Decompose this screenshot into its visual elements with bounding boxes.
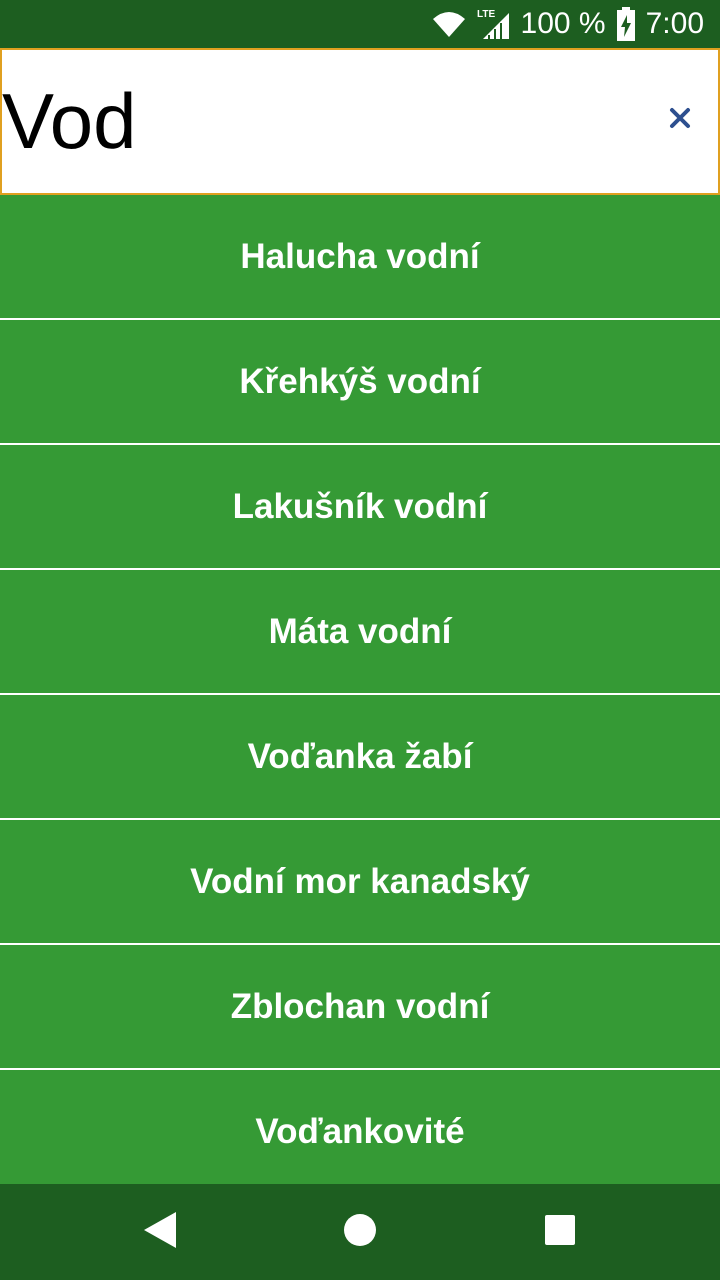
list-item[interactable]: Voďanka žabí — [0, 695, 720, 820]
home-circle-icon — [343, 1213, 377, 1252]
status-icons: LTE 100 % 7:00 — [431, 0, 704, 48]
lte-signal-icon: LTE — [477, 7, 511, 41]
results-list: Halucha vodní Křehkýš vodní Lakušník vod… — [0, 195, 720, 1185]
back-triangle-icon — [142, 1210, 178, 1255]
list-item[interactable]: Máta vodní — [0, 570, 720, 695]
status-bar: LTE 100 % 7:00 — [0, 0, 720, 48]
list-item[interactable]: Křehkýš vodní — [0, 320, 720, 445]
close-icon — [669, 107, 691, 134]
list-item[interactable]: Halucha vodní — [0, 195, 720, 320]
home-button[interactable] — [336, 1208, 384, 1256]
battery-charging-icon — [616, 7, 636, 41]
clock: 7:00 — [645, 7, 704, 40]
list-item[interactable]: Vodní mor kanadský — [0, 820, 720, 945]
list-item[interactable]: Zblochan vodní — [0, 945, 720, 1070]
recents-button[interactable] — [536, 1208, 584, 1256]
search-input[interactable] — [2, 50, 642, 193]
search-bar — [0, 48, 720, 195]
back-button[interactable] — [136, 1208, 184, 1256]
navigation-bar — [0, 1184, 720, 1280]
lte-label: LTE — [477, 9, 495, 20]
clear-search-button[interactable] — [660, 100, 700, 140]
list-item[interactable]: Voďankovité — [0, 1070, 720, 1185]
battery-percentage: 100 % — [520, 7, 606, 40]
recents-square-icon — [544, 1214, 576, 1251]
wifi-icon — [431, 9, 467, 39]
list-item[interactable]: Lakušník vodní — [0, 445, 720, 570]
